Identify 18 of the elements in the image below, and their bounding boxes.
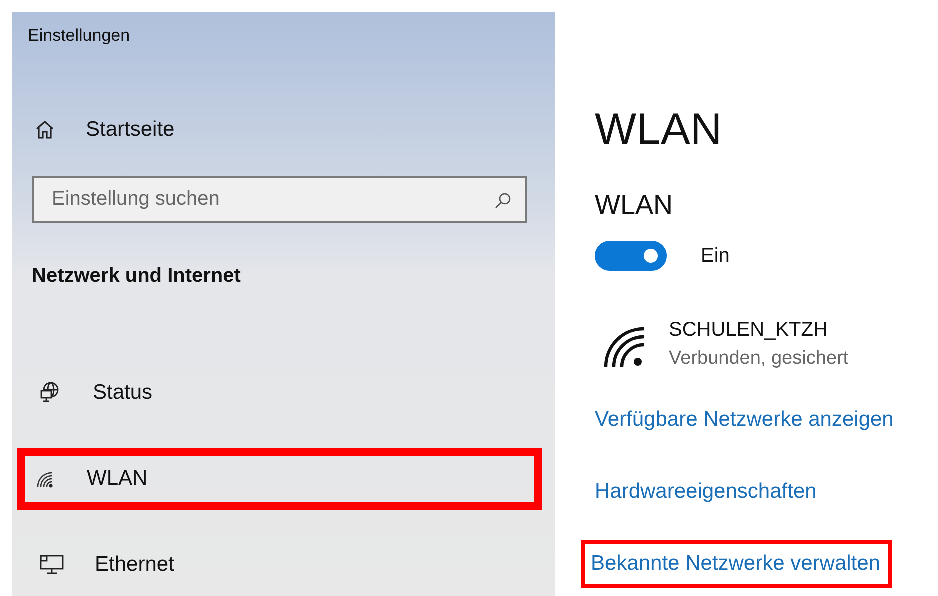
- nav-item[interactable]: Status: [17, 362, 542, 424]
- nav-item[interactable]: WLAN: [17, 448, 542, 510]
- network-status: Verbunden, gesichert: [669, 348, 849, 370]
- home-link[interactable]: Startseite: [86, 118, 175, 142]
- settings-link[interactable]: Bekannte Netzwerke verwalten: [581, 540, 892, 588]
- window-title: Einstellungen: [27, 25, 132, 47]
- search-field[interactable]: Einstellung suchen: [32, 176, 527, 223]
- page-title: WLAN: [595, 104, 724, 156]
- section-heading: WLAN: [595, 190, 674, 221]
- toggle-label: Ein: [701, 244, 730, 268]
- toggle-switch[interactable]: [595, 241, 667, 271]
- monitor-icon: [39, 554, 65, 576]
- settings-link[interactable]: Hardwareeigenschaften: [591, 468, 821, 516]
- nav-item[interactable]: Ethernet: [17, 534, 542, 596]
- settings-link[interactable]: Verfügbare Netzwerke anzeigen: [591, 396, 898, 444]
- network-name: SCHULEN_KTZH: [669, 319, 829, 342]
- home-icon: [34, 119, 56, 142]
- section-heading: Netzwerk und Internet: [32, 265, 242, 288]
